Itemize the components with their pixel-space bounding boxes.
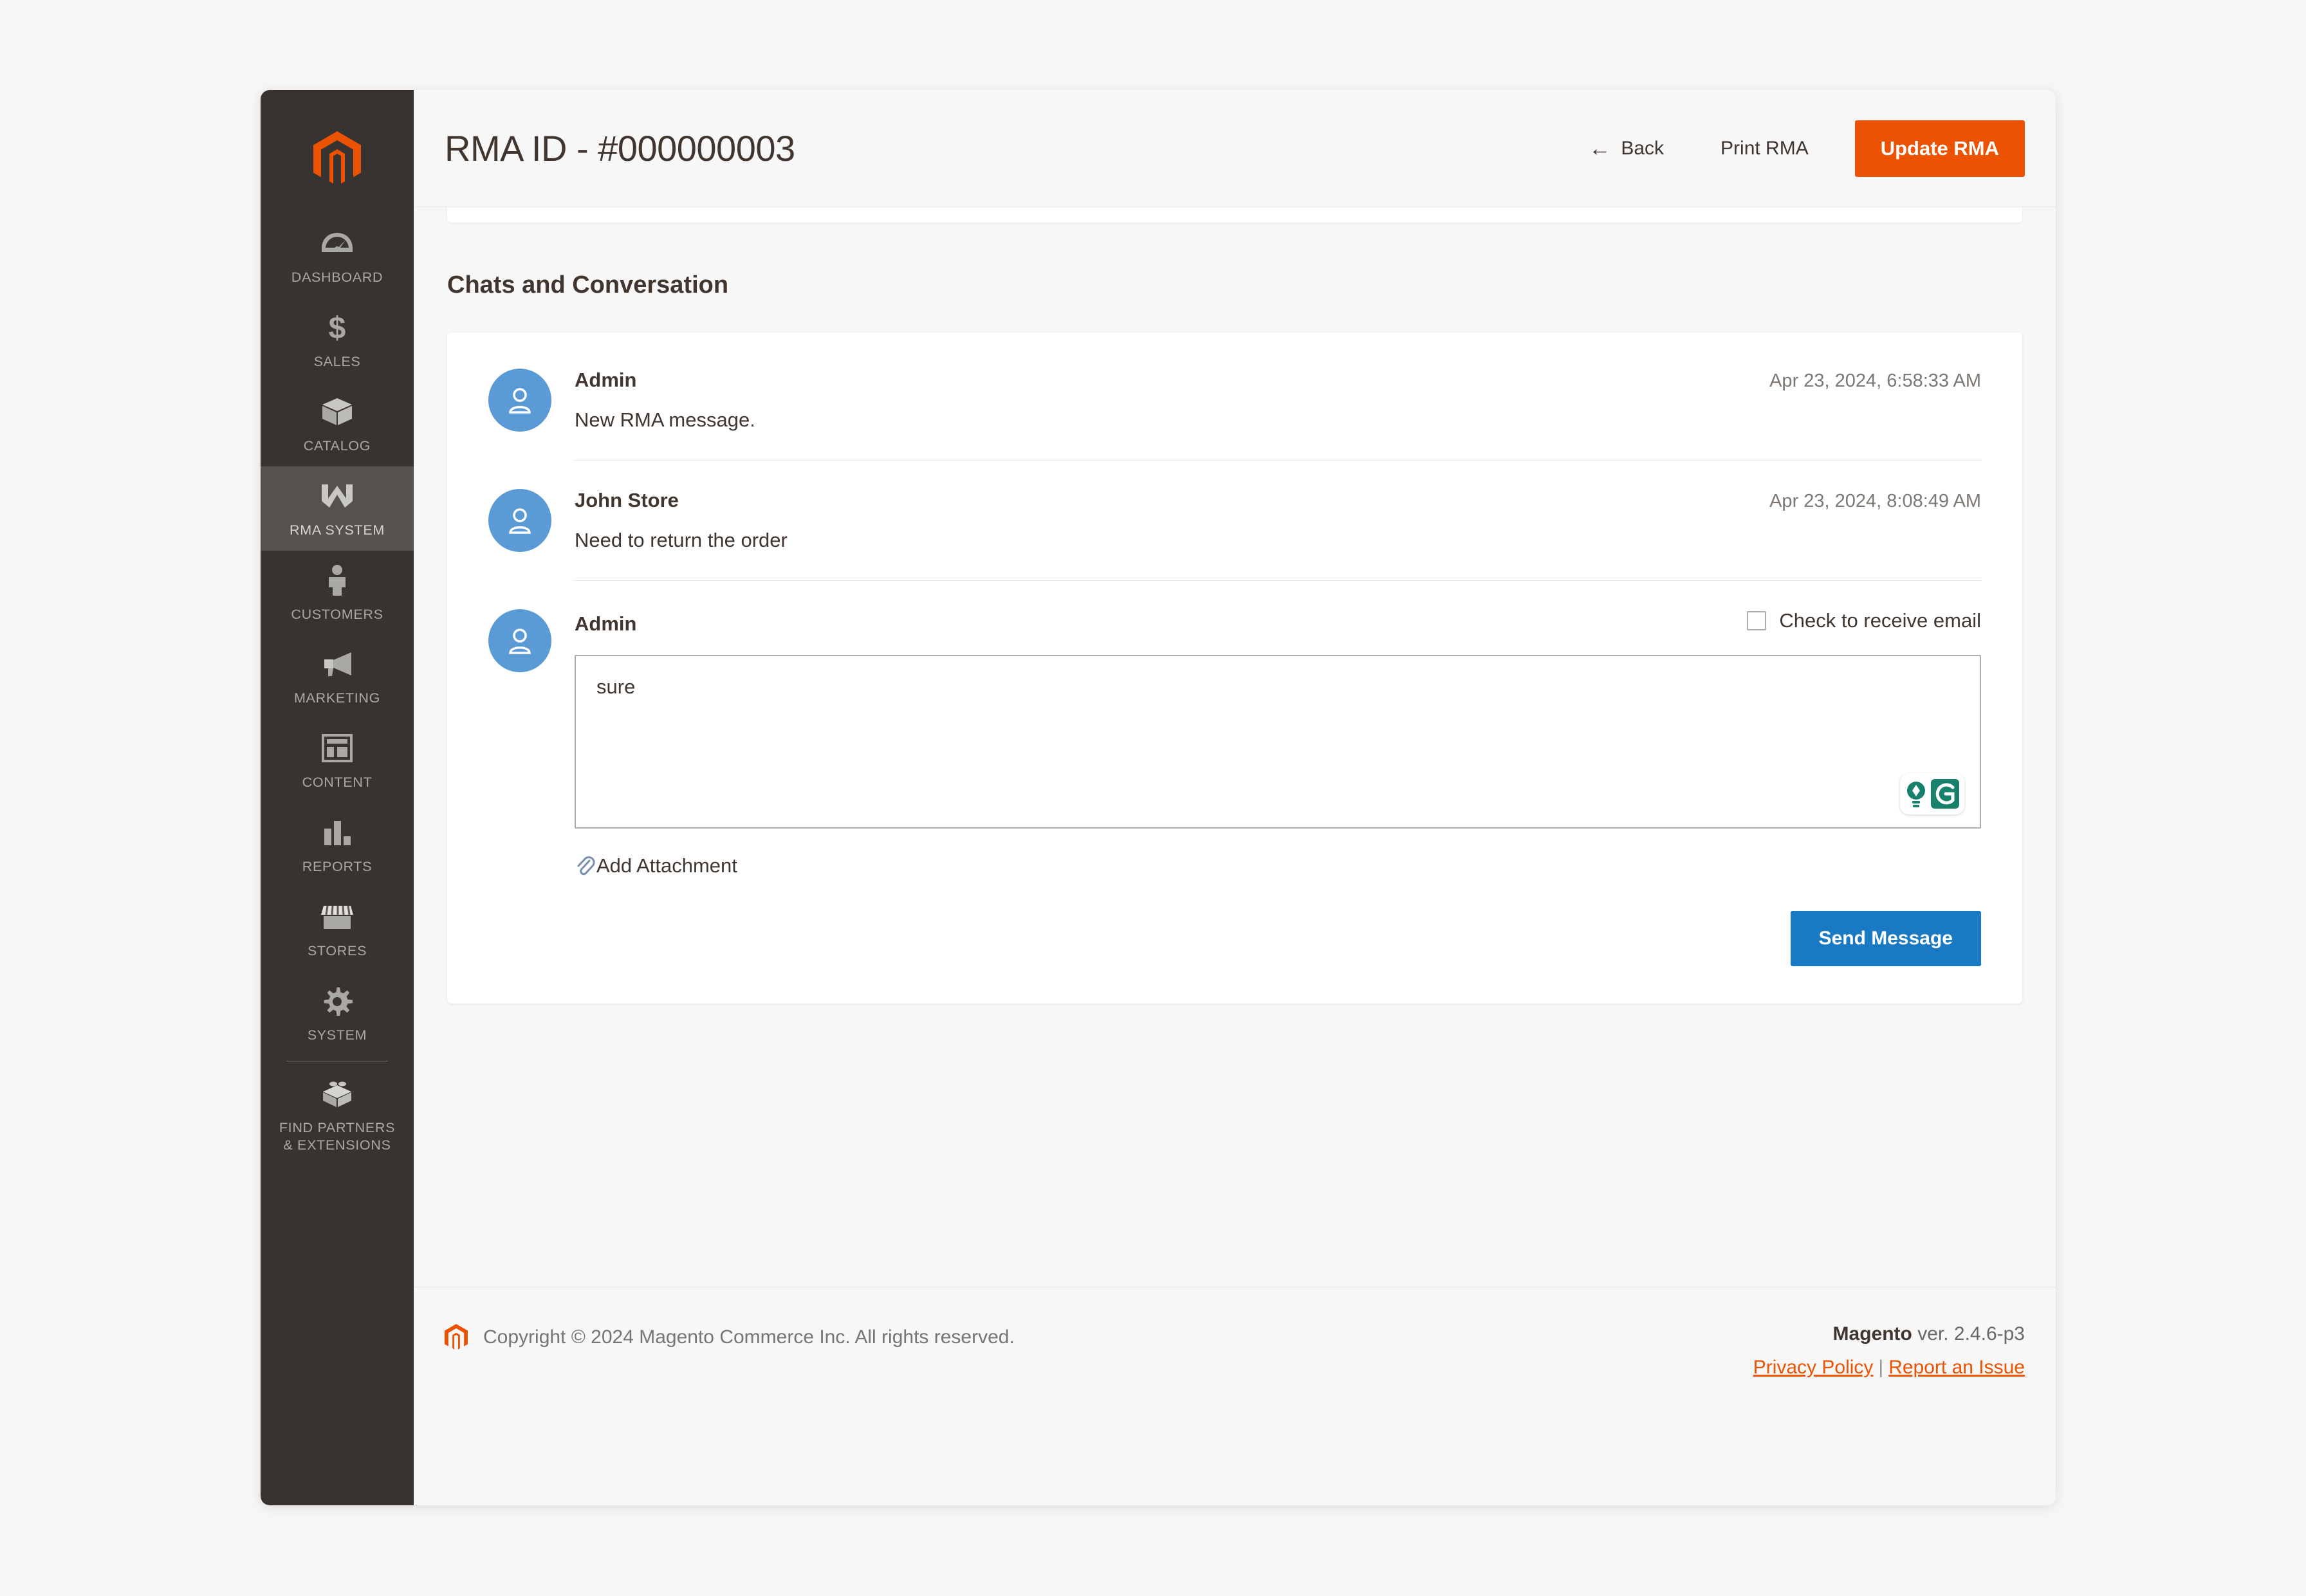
chat-timestamp: Apr 23, 2024, 8:08:49 AM: [1769, 491, 1981, 511]
chat-compose-row: Admin Check to receive email sure Add At…: [488, 609, 1981, 966]
sidebar-item-label: Catalog: [303, 437, 371, 454]
sidebar-item-label: Marketing: [293, 690, 381, 706]
chat-timestamp: Apr 23, 2024, 6:58:33 AM: [1769, 371, 1981, 391]
sidebar-item-label: Stores: [307, 943, 367, 959]
user-avatar-icon: [488, 609, 551, 672]
grammarly-badge[interactable]: [1900, 773, 1964, 814]
receive-email-checkbox[interactable]: Check to receive email: [1747, 609, 1981, 632]
sidebar-item-label: Content: [302, 775, 373, 791]
chat-message: John Store Apr 23, 2024, 8:08:49 AM Need…: [488, 489, 1981, 552]
person-icon: [326, 564, 349, 597]
sidebar-nav: Dashboard $ Sales Catalog: [261, 90, 414, 1505]
storefront-icon: [321, 900, 353, 933]
message-input-wrapper: [575, 655, 1981, 829]
report-issue-link[interactable]: Report an Issue: [1888, 1357, 2025, 1378]
gear-icon: [322, 984, 353, 1018]
lego-brick-icon: [320, 1077, 354, 1110]
version-line: Magento ver. 2.4.6-p3: [1753, 1323, 2025, 1345]
chat-author: Admin: [575, 369, 637, 391]
add-attachment-link[interactable]: Add Attachment: [575, 854, 737, 877]
sidebar-item-stores[interactable]: Stores: [261, 887, 414, 971]
sidebar-item-label: System: [307, 1027, 367, 1043]
message-textarea[interactable]: [575, 655, 1981, 829]
sidebar-item-dashboard[interactable]: Dashboard: [261, 214, 414, 298]
sidebar-item-customers[interactable]: Customers: [261, 551, 414, 635]
header-actions: ← Back Print RMA Update RMA: [1572, 120, 2025, 177]
user-avatar-icon: [488, 369, 551, 432]
chat-author: John Store: [575, 489, 679, 511]
sidebar-item-label: Sales: [313, 353, 361, 369]
chat-text: Need to return the order: [575, 529, 788, 551]
attachment-row: Add Attachment: [575, 854, 1981, 877]
sidebar-item-label: Find Partners & Extensions: [279, 1119, 396, 1153]
main-area: RMA ID - #000000003 ← Back Print RMA Upd…: [414, 90, 2056, 1505]
privacy-policy-link[interactable]: Privacy Policy: [1753, 1357, 1874, 1378]
product-name: Magento: [1832, 1323, 1912, 1344]
chat-message-body: Admin Apr 23, 2024, 6:58:33 AM New RMA m…: [575, 369, 1981, 432]
magento-logo-icon: [313, 131, 361, 184]
sidebar-item-marketing[interactable]: Marketing: [261, 634, 414, 719]
chat-message-body: John Store Apr 23, 2024, 8:08:49 AM Need…: [575, 489, 1981, 552]
back-button-label: Back: [1621, 137, 1665, 159]
send-row: Send Message: [575, 911, 1981, 966]
svg-text:$: $: [329, 311, 346, 344]
page-header: RMA ID - #000000003 ← Back Print RMA Upd…: [414, 90, 2056, 207]
user-avatar-icon: [488, 489, 551, 552]
footer-link-separator: |: [1878, 1357, 1884, 1378]
footer-links: Privacy Policy | Report an Issue: [1753, 1357, 2025, 1379]
sidebar-item-system[interactable]: System: [261, 971, 414, 1056]
grammarly-suggestion-icon: [1907, 782, 1925, 807]
receive-email-label: Check to receive email: [1779, 609, 1981, 632]
admin-window: Dashboard $ Sales Catalog: [261, 90, 2056, 1505]
paperclip-icon: [577, 856, 595, 876]
sidebar-logo[interactable]: [261, 104, 414, 214]
update-rma-button[interactable]: Update RMA: [1854, 120, 2025, 177]
sidebar-item-catalog[interactable]: Catalog: [261, 382, 414, 466]
bar-chart-icon: [322, 816, 353, 849]
sidebar-item-label: Reports: [302, 859, 373, 875]
sidebar-item-rma-system[interactable]: RMA System: [261, 466, 414, 551]
print-rma-button[interactable]: Print RMA: [1704, 130, 1825, 167]
chat-card: Admin Apr 23, 2024, 6:58:33 AM New RMA m…: [447, 333, 2022, 1004]
magento-logo-icon: [445, 1324, 468, 1350]
section-title-chats: Chats and Conversation: [447, 271, 729, 298]
footer-copyright: Copyright © 2024 Magento Commerce Inc. A…: [445, 1323, 1015, 1352]
chat-compose-body: Admin Check to receive email sure Add At…: [575, 609, 1981, 966]
page-footer: Copyright © 2024 Magento Commerce Inc. A…: [414, 1287, 2056, 1505]
chat-divider: [575, 580, 1981, 581]
content-scroll-region[interactable]: Chats and Conversation Admin Apr 23, 202…: [414, 207, 2056, 1287]
rma-w-icon: [320, 479, 354, 513]
chat-message-header: Admin Apr 23, 2024, 6:58:33 AM: [575, 369, 1981, 392]
sidebar-item-sales[interactable]: $ Sales: [261, 298, 414, 382]
send-message-button[interactable]: Send Message: [1790, 911, 1981, 966]
copyright-text: Copyright © 2024 Magento Commerce Inc. A…: [483, 1326, 1015, 1348]
back-button[interactable]: ← Back: [1572, 130, 1681, 167]
chat-author: Admin: [575, 612, 637, 635]
sidebar-item-label: Customers: [291, 606, 383, 622]
sidebar-item-content[interactable]: Content: [261, 719, 414, 803]
sidebar-item-label: RMA System: [290, 522, 385, 538]
sidebar-item-reports[interactable]: Reports: [261, 803, 414, 887]
chat-compose-header: Admin Check to receive email: [575, 609, 1981, 636]
version-text: ver. 2.4.6-p3: [1917, 1323, 2025, 1344]
footer-version-block: Magento ver. 2.4.6-p3 Privacy Policy | Rep…: [1753, 1323, 2025, 1379]
chat-text: New RMA message.: [575, 408, 755, 431]
sidebar-item-label: Dashboard: [291, 270, 383, 285]
add-attachment-label: Add Attachment: [596, 854, 737, 877]
dollar-sign-icon: $: [326, 311, 349, 344]
grammarly-logo-icon: [1931, 779, 1959, 809]
dashboard-gauge-icon: [321, 226, 353, 260]
collapsed-panel-above: [447, 207, 2022, 223]
megaphone-icon: [320, 647, 354, 681]
box-icon: [321, 395, 353, 428]
chat-message: Admin Apr 23, 2024, 6:58:33 AM New RMA m…: [488, 369, 1981, 432]
arrow-left-icon: ←: [1589, 136, 1611, 161]
chat-message-header: John Store Apr 23, 2024, 8:08:49 AM: [575, 489, 1981, 512]
sidebar-item-find-partners-extensions[interactable]: Find Partners & Extensions: [261, 1064, 414, 1166]
layout-page-icon: [322, 731, 353, 765]
checkbox-box-icon: [1747, 611, 1767, 630]
page-title: RMA ID - #000000003: [445, 128, 795, 169]
chat-divider: [575, 460, 1981, 461]
